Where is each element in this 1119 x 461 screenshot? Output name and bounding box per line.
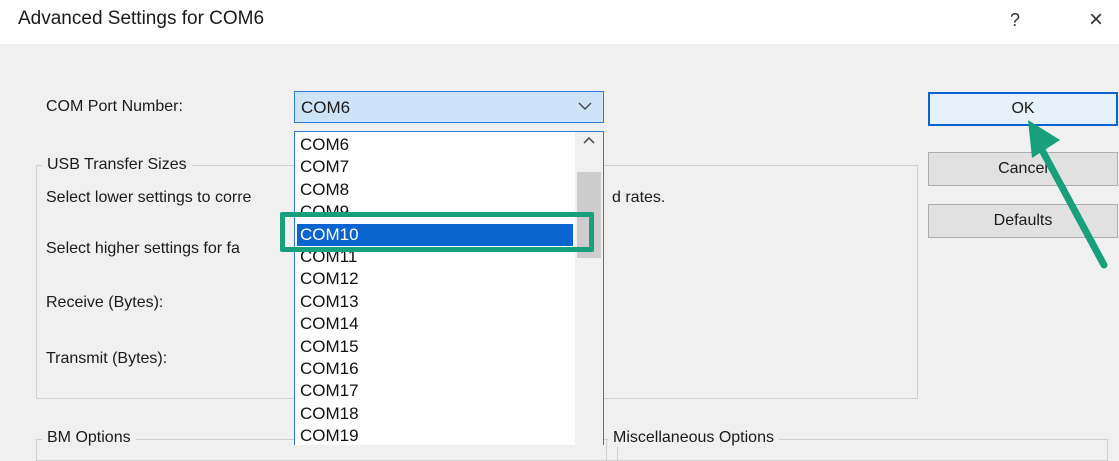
arrow-annotation-icon bbox=[1028, 120, 1108, 269]
